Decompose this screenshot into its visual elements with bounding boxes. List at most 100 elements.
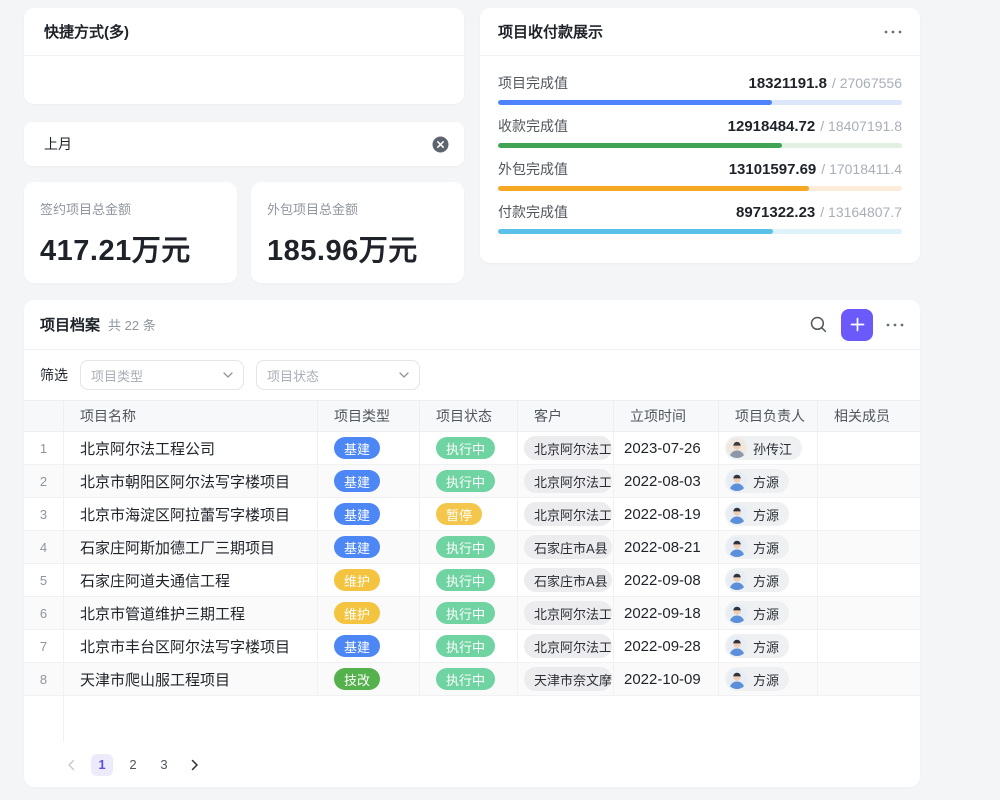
members-cell — [818, 432, 920, 464]
ellipsis-menu-icon[interactable] — [884, 29, 902, 35]
progress-track — [498, 229, 902, 234]
ellipsis-menu-icon[interactable] — [886, 322, 904, 328]
progress-total: 27067556 — [840, 75, 902, 91]
table-row[interactable]: 6 北京市管道维护三期工程 维护 执行中 北京阿尔法工 2022-09-18 方… — [24, 597, 920, 630]
row-index: 1 — [24, 432, 64, 464]
customer-tag: 北京阿尔法工 — [524, 436, 612, 460]
project-name: 北京市朝阳区阿尔法写字楼项目 — [64, 465, 318, 497]
page-prev-icon[interactable] — [60, 754, 82, 776]
members-cell — [818, 663, 920, 695]
metric-card-outsourced-total: 外包项目总金额 185.96万元 — [251, 182, 464, 283]
page-button-1[interactable]: 1 — [91, 754, 113, 776]
table-row[interactable]: 3 北京市海淀区阿拉蕾写字楼项目 基建 暂停 北京阿尔法工 2022-08-19… — [24, 498, 920, 531]
close-icon[interactable] — [432, 136, 449, 153]
progress-fill — [498, 100, 772, 105]
row-index: 6 — [24, 597, 64, 629]
owner-tag: 方源 — [725, 502, 789, 526]
table-row[interactable]: 7 北京市丰台区阿尔法写字楼项目 基建 执行中 北京阿尔法工 2022-09-2… — [24, 630, 920, 663]
table-row[interactable]: 8 天津市爬山服工程项目 技改 执行中 天津市奈文摩 2022-10-09 方源 — [24, 663, 920, 696]
owner-name: 孙传江 — [753, 439, 792, 458]
start-date: 2022-08-03 — [614, 465, 719, 497]
members-cell — [818, 630, 920, 662]
record-count: 共 22 条 — [108, 315, 156, 334]
payments-card-title: 项目收付款展示 — [498, 21, 603, 42]
progress-total: 13164807.7 — [828, 204, 902, 220]
shortcuts-card-header: 快捷方式(多) — [24, 8, 464, 56]
customer-tag: 北京阿尔法工 — [524, 502, 612, 526]
avatar — [727, 438, 747, 458]
row-index: 7 — [24, 630, 64, 662]
owner-tag: 方源 — [725, 601, 789, 625]
avatar — [727, 669, 747, 689]
column-header: 相关成员 — [818, 401, 920, 431]
project-name: 北京市海淀区阿拉蕾写字楼项目 — [64, 498, 318, 530]
column-header: 项目名称 — [64, 401, 318, 431]
customer-tag: 石家庄市A县 — [524, 568, 612, 592]
project-status-select[interactable]: 项目状态 — [256, 360, 420, 390]
column-header: 项目负责人 — [719, 401, 818, 431]
table-empty-row — [24, 696, 920, 742]
start-date: 2022-08-21 — [614, 531, 719, 563]
status-badge: 执行中 — [436, 668, 495, 690]
pagination: 1 2 3 — [24, 742, 920, 787]
type-badge: 维护 — [334, 569, 380, 591]
avatar — [727, 471, 747, 491]
type-badge: 基建 — [334, 503, 380, 525]
row-index: 5 — [24, 564, 64, 596]
type-badge: 维护 — [334, 602, 380, 624]
progress-total: 17018411.4 — [829, 161, 902, 177]
status-badge: 执行中 — [436, 470, 495, 492]
project-type-select[interactable]: 项目类型 — [80, 360, 244, 390]
table-row[interactable]: 1 北京阿尔法工程公司 基建 执行中 北京阿尔法工 2023-07-26 孙传江 — [24, 432, 920, 465]
avatar — [727, 636, 747, 656]
project-name: 北京市丰台区阿尔法写字楼项目 — [64, 630, 318, 662]
members-cell — [818, 498, 920, 530]
page-button-3[interactable]: 3 — [153, 754, 175, 776]
metric-value: 417.21万元 — [40, 227, 221, 269]
owner-name: 方源 — [753, 604, 779, 623]
members-cell — [818, 564, 920, 596]
avatar — [727, 504, 747, 524]
status-badge: 暂停 — [436, 503, 482, 525]
row-index: 2 — [24, 465, 64, 497]
customer-tag: 天津市奈文摩 — [524, 667, 612, 691]
status-badge: 执行中 — [436, 602, 495, 624]
progress-current: 13101597.69 — [729, 161, 817, 178]
filter-label: 筛选 — [40, 365, 68, 385]
type-badge: 技改 — [334, 668, 380, 690]
avatar — [727, 570, 747, 590]
project-name: 石家庄阿斯加德工厂三期项目 — [64, 531, 318, 563]
search-icon[interactable] — [809, 315, 828, 334]
progress-fill — [498, 143, 782, 148]
select-placeholder: 项目状态 — [267, 366, 319, 385]
metric-label: 外包项目总金额 — [267, 199, 448, 218]
payments-card: 项目收付款展示 项目完成值 18321191.8 / 27067556 收款完成… — [480, 8, 920, 263]
owner-name: 方源 — [753, 637, 779, 656]
table-title: 项目档案 — [40, 314, 100, 335]
start-date: 2023-07-26 — [614, 432, 719, 464]
owner-tag: 方源 — [725, 667, 789, 691]
members-cell — [818, 531, 920, 563]
start-date: 2022-09-08 — [614, 564, 719, 596]
chevron-down-icon — [399, 372, 409, 378]
shortcuts-card-title: 快捷方式(多) — [44, 21, 129, 42]
table-row[interactable]: 5 石家庄阿道夫通信工程 维护 执行中 石家庄市A县 2022-09-08 方源 — [24, 564, 920, 597]
progress-current: 12918484.72 — [728, 118, 816, 135]
page-next-icon[interactable] — [184, 754, 206, 776]
table-row[interactable]: 4 石家庄阿斯加德工厂三期项目 基建 执行中 石家庄市A县 2022-08-21… — [24, 531, 920, 564]
page-button-2[interactable]: 2 — [122, 754, 144, 776]
owner-tag: 方源 — [725, 469, 789, 493]
quick-filter-chip[interactable]: 上月 — [24, 122, 464, 166]
customer-tag: 石家庄市A县 — [524, 535, 612, 559]
project-name: 天津市爬山服工程项目 — [64, 663, 318, 695]
start-date: 2022-09-18 — [614, 597, 719, 629]
progress-current: 8971322.23 — [736, 204, 815, 221]
progress-track — [498, 186, 902, 191]
table-title-bar: 项目档案 共 22 条 — [24, 300, 920, 350]
customer-tag: 北京阿尔法工 — [524, 601, 612, 625]
owner-tag: 方源 — [725, 535, 789, 559]
table-row[interactable]: 2 北京市朝阳区阿尔法写字楼项目 基建 执行中 北京阿尔法工 2022-08-0… — [24, 465, 920, 498]
add-record-button[interactable] — [841, 309, 873, 341]
progress-label: 项目完成值 — [498, 73, 568, 93]
progress-row-project: 项目完成值 18321191.8 / 27067556 — [498, 73, 902, 105]
